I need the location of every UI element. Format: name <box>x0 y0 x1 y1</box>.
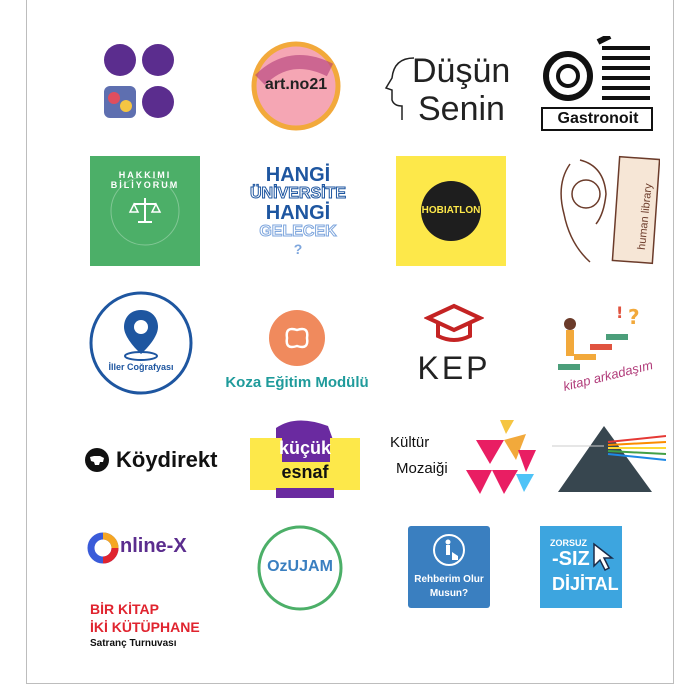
logo-prism[interactable] <box>552 418 666 498</box>
logo-art-no21[interactable]: art.no21 <box>250 40 342 132</box>
logo-rehberim-line1: Rehberim Olur <box>414 574 484 585</box>
logo-iller-cografyasi[interactable]: İller Coğrafyası <box>88 290 194 396</box>
logo-hangi-line5: ? <box>293 241 303 257</box>
logo-kultur-line1: Kültür <box>390 434 430 451</box>
logo-kucuk-esnaf[interactable]: küçük esnaf <box>246 418 364 500</box>
online-x-ring-icon <box>87 532 119 564</box>
mosaic-triangles-icon <box>466 420 536 494</box>
logo-hakkimi-text: HAKKIMI BİLİYORUM <box>110 170 180 190</box>
logo-human-library[interactable]: human library <box>550 154 660 268</box>
map-pin-icon <box>89 291 193 395</box>
logo-art-no21-text: art.no21 <box>264 76 328 93</box>
logo-ozujam-text: OzUJAM <box>267 558 333 575</box>
logo-rehberim[interactable]: Rehberim Olur Musun? <box>408 526 490 608</box>
logo-zorsuz-line1: ZORSUZ <box>550 538 587 548</box>
cow-circle-icon <box>85 448 109 472</box>
logo-kep[interactable]: KEP <box>414 302 494 392</box>
svg-text:?: ? <box>628 305 640 329</box>
logo-hangi-line4: GELECEK <box>259 223 337 241</box>
logo-dusun-senin[interactable]: Düşün Senin <box>384 48 524 128</box>
logo-bir-kitap[interactable]: BİR KİTAP İKİ KÜTÜPHANE Satranç Turnuvas… <box>90 600 240 664</box>
logo-koza-text: Koza Eğitim Modülü <box>225 374 369 391</box>
logo-zorsuz-dijital[interactable]: ZORSUZ -SIZ DİJİTAL <box>540 526 622 608</box>
logo-hangi-universite[interactable]: HANGİ ÜNİVERSİTE HANGİ GELECEK ? <box>236 156 360 266</box>
butterfly-circle-icon <box>269 310 325 366</box>
logo-koydirekt-text: Köydirekt <box>116 447 218 472</box>
logo-dusun-line1: Düşün <box>412 52 511 90</box>
svg-text:!: ! <box>616 303 623 322</box>
logo-zorsuz-line2: -SIZ <box>552 548 590 570</box>
logo-bir-kitap-line3: Satranç Turnuvası <box>90 638 177 649</box>
logo-hakkimi-biliyorum[interactable]: HAKKIMI BİLİYORUM <box>90 156 200 266</box>
kucuk-esnaf-badge-icon <box>250 420 360 498</box>
logo-hobiatlon-text: HOBIATLON <box>421 205 481 216</box>
cursor-arrow-icon <box>593 542 615 572</box>
prism-triangle-icon <box>552 426 666 492</box>
logo-4for8-eight: 8 <box>260 130 272 152</box>
logo-4for8-four: 4 <box>222 88 234 110</box>
logo-kucuk-line2: esnaf <box>281 462 329 482</box>
logo-kultur-line2: Mozaiği <box>396 460 448 477</box>
logo-kultur-mozaigi[interactable]: Kültür Mozaiği <box>386 420 538 500</box>
logo-4for8[interactable]: 4 for 8 <box>100 40 275 152</box>
logo-ozujam[interactable]: OzUJAM <box>256 524 344 612</box>
logo-hobiatlon[interactable]: HOBIATLON <box>396 156 506 266</box>
logo-dusun-line2: Senin <box>418 90 505 128</box>
logo-online-x[interactable]: nline-X <box>86 530 214 566</box>
logo-gastronoit-text: Gastronoit <box>557 110 639 127</box>
logo-kitap-arkadasim[interactable]: ? ! kitap arkadaşım <box>540 294 656 398</box>
logo-gastronoit[interactable]: Gastronoit <box>540 36 656 132</box>
logo-kep-text: KEP <box>417 350 491 386</box>
logo-hangi-line3: HANGİ <box>265 202 331 224</box>
logo-koydirekt[interactable]: Köydirekt <box>84 440 230 480</box>
logo-kucuk-line1: küçük <box>278 438 332 458</box>
four-for-eight-logo-icon <box>104 44 174 118</box>
logo-iller-text: İller Coğrafyası <box>108 362 174 372</box>
logo-bir-kitap-line2: İKİ KÜTÜPHANE <box>90 619 200 635</box>
logo-hangi-line1: HANGİ <box>265 164 331 186</box>
logo-bir-kitap-line1: BİR KİTAP <box>90 601 159 617</box>
logo-zorsuz-line3: DİJİTAL <box>552 574 619 594</box>
logo-hangi-line2: ÜNİVERSİTE <box>249 185 346 203</box>
logo-rehberim-line2: Musun? <box>429 588 469 599</box>
logo-online-x-text: nline-X <box>120 535 187 557</box>
logo-koza-egitim[interactable]: Koza Eğitim Modülü <box>204 308 390 398</box>
graduation-cap-icon <box>424 303 484 342</box>
